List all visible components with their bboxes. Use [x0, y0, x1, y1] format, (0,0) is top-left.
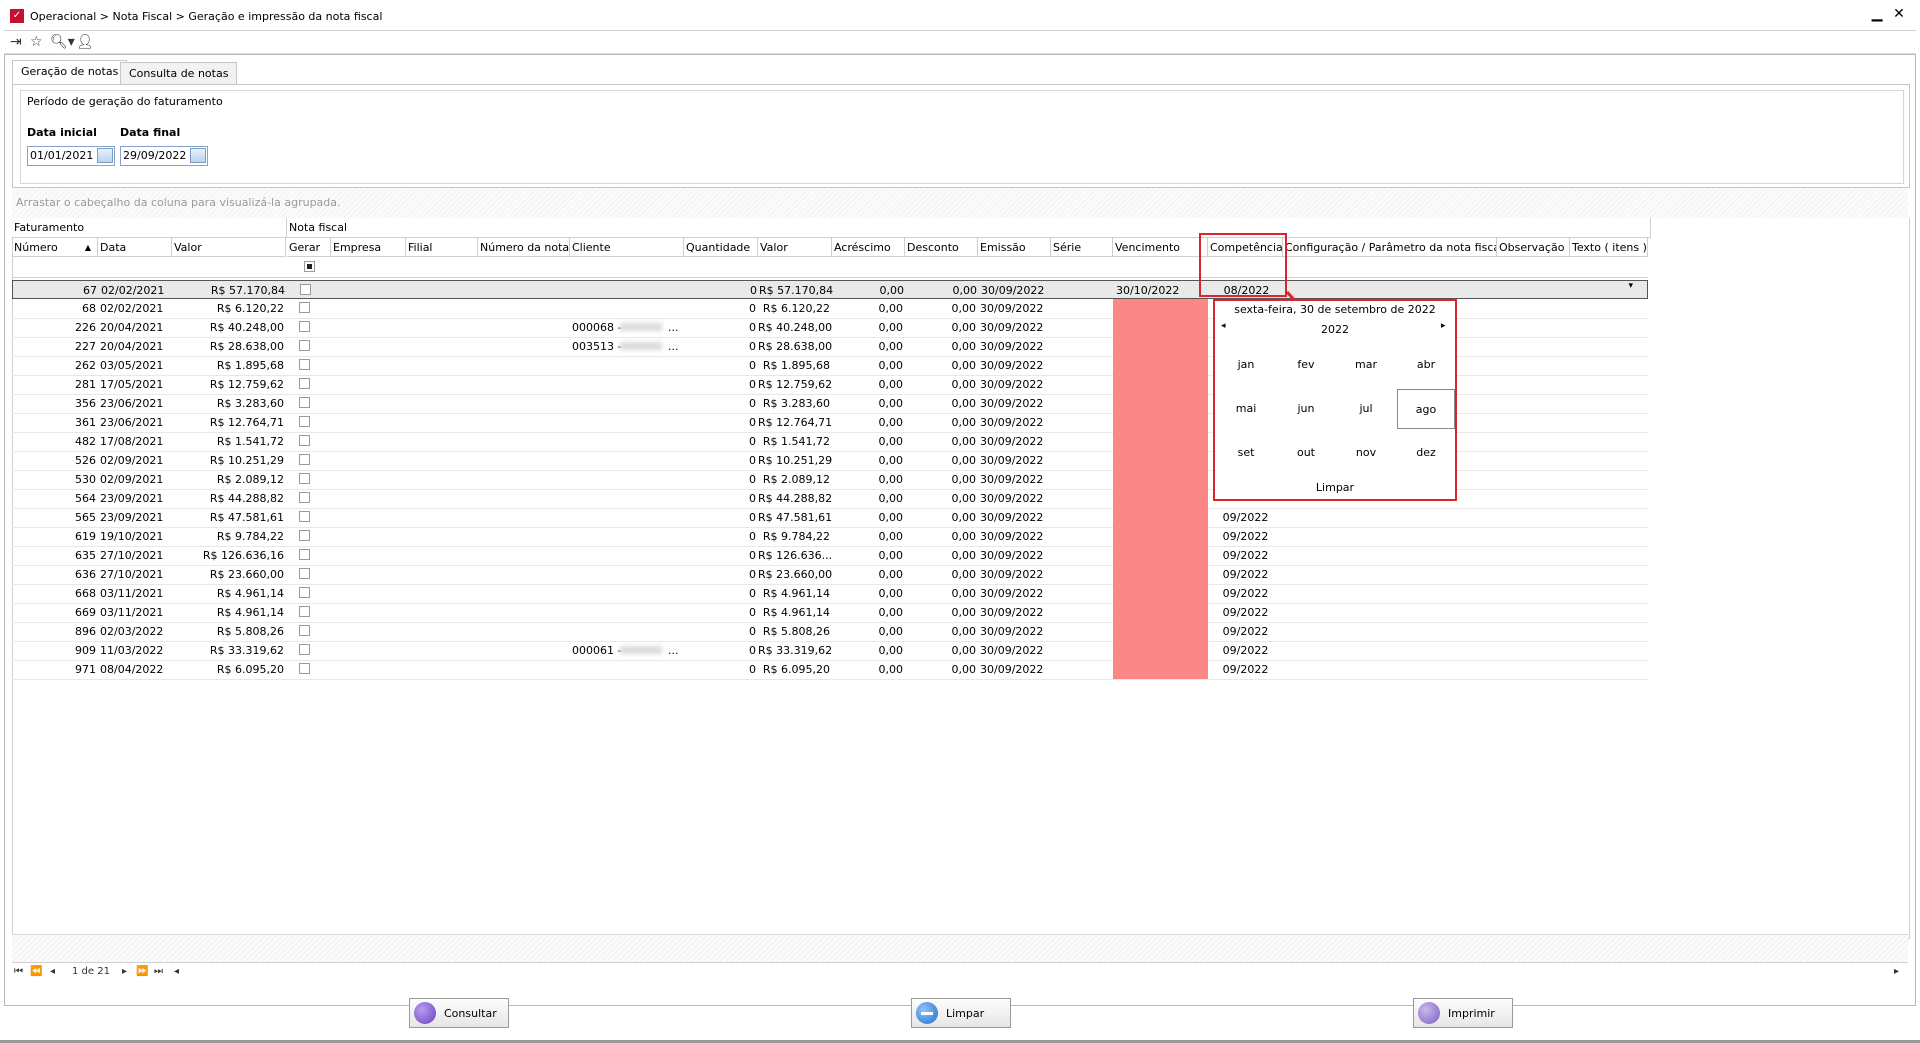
month-jan[interactable]: jan [1217, 345, 1275, 385]
month-dez[interactable]: dez [1397, 433, 1455, 473]
page-indicator: 1 de 21 [72, 966, 110, 977]
next-year-icon[interactable]: ▸ [1441, 321, 1446, 331]
scroll-right-icon[interactable]: ▸ [1894, 966, 1899, 977]
month-mar[interactable]: mar [1337, 345, 1395, 385]
month-jun[interactable]: jun [1277, 389, 1335, 429]
month-set[interactable]: set [1217, 433, 1275, 473]
last-page-icon[interactable]: ⏭ [154, 966, 163, 977]
clear-month-button[interactable]: Limpar [1215, 481, 1455, 494]
month-jul[interactable]: jul [1337, 389, 1395, 429]
minus-icon [916, 1002, 938, 1024]
month-out[interactable]: out [1277, 433, 1335, 473]
grid-footer [12, 934, 1908, 963]
month-picker-popup: sexta-feira, 30 de setembro de 2022 ◂ 20… [1213, 299, 1457, 501]
search-icon [414, 1002, 436, 1024]
limpar-label: Limpar [946, 1007, 985, 1020]
printer-icon [1418, 1002, 1440, 1024]
month-ago[interactable]: ago [1397, 389, 1455, 429]
consultar-label: Consultar [444, 1007, 497, 1020]
next-page-icon[interactable]: ▸ [122, 966, 127, 977]
calendar-year[interactable]: 2022 [1215, 323, 1455, 336]
prev-page-fast-icon[interactable]: ⏪ [30, 966, 42, 977]
next-page-fast-icon[interactable]: ⏩ [136, 966, 148, 977]
annotation-arrow [1285, 290, 1398, 413]
month-fev[interactable]: fev [1277, 345, 1335, 385]
month-nov[interactable]: nov [1337, 433, 1395, 473]
limpar-button[interactable]: Limpar [911, 998, 1011, 1028]
calendar-header: sexta-feira, 30 de setembro de 2022 [1234, 303, 1436, 316]
month-abr[interactable]: abr [1397, 345, 1455, 385]
first-page-icon[interactable]: ⏮ [14, 966, 23, 977]
imprimir-label: Imprimir [1448, 1007, 1495, 1020]
prev-page-icon[interactable]: ◂ [50, 966, 55, 977]
imprimir-button[interactable]: Imprimir [1413, 998, 1513, 1028]
scroll-left-icon[interactable]: ◂ [174, 966, 179, 977]
month-mai[interactable]: mai [1217, 389, 1275, 429]
consultar-button[interactable]: Consultar [409, 998, 509, 1028]
pager: ⏮ ⏪ ◂ 1 de 21 ▸ ⏩ ⏭ ◂ ▸ [12, 962, 1908, 983]
